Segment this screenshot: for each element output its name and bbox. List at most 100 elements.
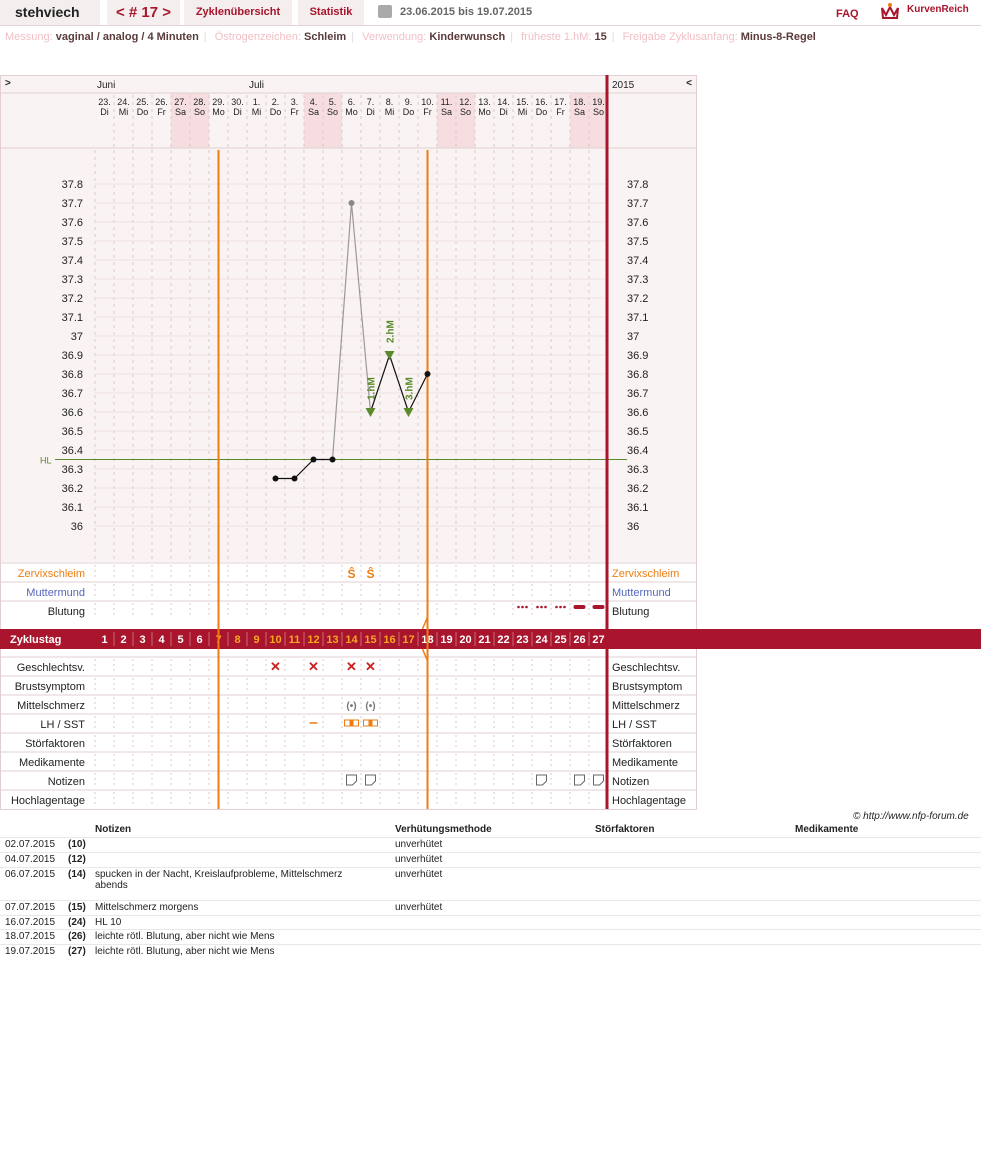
row-label-right-brust: Brustsymptom	[612, 681, 682, 693]
copyright: © http://www.nfp-forum.de	[853, 811, 969, 822]
y-tick-label: 37.3	[62, 274, 83, 286]
day-date-label: 19.	[592, 97, 605, 107]
row-label-medi: Medikamente	[19, 757, 85, 769]
day-date-label: 26.	[155, 97, 168, 107]
crown-logo-icon	[881, 3, 899, 19]
day-date-label: 12.	[459, 97, 472, 107]
stats-button[interactable]: Statistik	[298, 0, 364, 25]
hm-label: 3.hM	[405, 377, 416, 400]
nav-prev-arrow: >	[5, 78, 11, 89]
day-date-label: 29.	[212, 97, 225, 107]
printer-icon[interactable]	[378, 5, 392, 18]
zervix-symbol: Ŝ	[366, 566, 374, 581]
cycle-day-number: 5	[177, 634, 183, 646]
day-date-label: 4.	[310, 97, 318, 107]
weekday-label: So	[327, 107, 338, 117]
day-date-label: 25.	[136, 97, 149, 107]
notes-table-row: 07.07.2015 (15) Mittelschmerz morgens unver…	[0, 900, 981, 916]
y-tick-label-right: 37.2	[627, 293, 648, 305]
mittelschmerz-mark: (•)	[346, 701, 356, 712]
note-method: unverhütet	[395, 854, 443, 865]
intercourse-mark: ✕	[346, 659, 357, 674]
info-value: Kinderwunsch	[429, 31, 506, 43]
cycle-day-number: 24	[535, 634, 548, 646]
note-method: unverhütet	[395, 869, 443, 880]
day-date-label: 18.	[573, 97, 586, 107]
day-date-label: 1.	[253, 97, 261, 107]
top-toolbar: stehviech < # 17 > Zyklenübersicht Stati…	[0, 0, 981, 26]
cycle-day-number: 11	[289, 634, 301, 646]
day-date-label: 2.	[272, 97, 280, 107]
row-label-zyklustag: Zyklustag	[10, 634, 61, 646]
y-tick-label-right: 36	[627, 521, 639, 533]
day-date-label: 9.	[405, 97, 413, 107]
faq-link[interactable]: FAQ	[836, 0, 859, 28]
cycle-day-number: 6	[196, 634, 202, 646]
y-tick-label-right: 37.7	[627, 198, 648, 210]
cycle-day-number: 27	[592, 634, 604, 646]
note-date: 04.07.2015	[5, 854, 56, 865]
weekday-label: Di	[499, 107, 508, 117]
row-label-brust: Brustsymptom	[15, 681, 85, 693]
weekday-label: Di	[366, 107, 375, 117]
row-label-sex: Geschlechtsv.	[17, 662, 85, 674]
weekday-label: Do	[536, 107, 548, 117]
note-cycle-day: (15)	[68, 902, 86, 913]
weekday-label: Sa	[574, 107, 585, 117]
note-method: unverhütet	[395, 902, 443, 913]
temperature-point	[424, 371, 431, 377]
note-cycle-day: (14)	[68, 869, 86, 880]
y-tick-label: 36.1	[62, 502, 83, 514]
cycle-day-number: 17	[402, 634, 414, 646]
cycle-day-number: 26	[573, 634, 585, 646]
cycle-day-number: 15	[364, 634, 376, 646]
y-tick-label-right: 37.6	[627, 217, 648, 229]
cycle-day-number: 23	[516, 634, 528, 646]
info-label: Messung:	[5, 31, 53, 43]
y-tick-label-right: 36.3	[627, 464, 648, 476]
col-header-method: Verhütungsmethode	[395, 824, 492, 835]
weekday-label: Mi	[119, 107, 129, 117]
row-label-right-hoch: Hochlagentage	[612, 795, 686, 807]
row-label-right-medi: Medikamente	[612, 757, 678, 769]
nav-next-arrow: <	[686, 78, 692, 89]
weekday-label: Fr	[157, 107, 166, 117]
notes-table-row: 18.07.2015 (26) leichte rötl. Blutung, abe…	[0, 929, 981, 945]
y-tick-label: 36.9	[62, 350, 83, 362]
note-date: 18.07.2015	[5, 931, 56, 942]
day-date-label: 24.	[117, 97, 130, 107]
weekday-label: Mo	[478, 107, 491, 117]
y-tick-label: 37.6	[62, 217, 83, 229]
y-tick-label-right: 36.7	[627, 388, 648, 400]
cycle-day-number: 21	[478, 634, 490, 646]
overview-button[interactable]: Zyklenübersicht	[184, 0, 292, 25]
y-tick-label-right: 36.4	[627, 445, 648, 457]
cycle-day-number: 12	[307, 634, 319, 646]
row-label-right-lh: LH / SST	[612, 719, 657, 731]
row-label-right-muttermund: Muttermund	[612, 587, 671, 599]
day-date-label: 11.	[441, 97, 453, 107]
y-tick-label-right: 36.1	[627, 502, 648, 514]
note-cycle-day: (12)	[68, 854, 86, 865]
note-text: Mittelschmerz morgens	[95, 902, 199, 913]
intercourse-mark: ✕	[365, 659, 376, 674]
cycle-day-number: 1	[101, 634, 107, 646]
cycle-nav[interactable]: < # 17 >	[107, 0, 180, 25]
weekday-label: Do	[137, 107, 149, 117]
cycle-day-number: 4	[158, 634, 165, 646]
y-tick-label-right: 36.6	[627, 407, 648, 419]
row-label-right-mittel: Mittelschmerz	[612, 700, 680, 712]
bleeding-bar	[592, 605, 605, 609]
intercourse-mark: ✕	[270, 659, 281, 674]
hm-label: 2.hM	[386, 320, 397, 343]
weekday-label: Fr	[556, 107, 565, 117]
day-date-label: 13.	[478, 97, 491, 107]
cycle-day-number: 10	[269, 634, 281, 646]
note-date: 07.07.2015	[5, 902, 56, 913]
weekday-label: Fr	[423, 107, 432, 117]
temperature-point	[329, 456, 336, 463]
weekday-label: Sa	[175, 107, 186, 117]
temperature-point	[291, 475, 298, 482]
day-date-label: 30.	[231, 97, 244, 107]
day-date-label: 23.	[98, 97, 111, 107]
